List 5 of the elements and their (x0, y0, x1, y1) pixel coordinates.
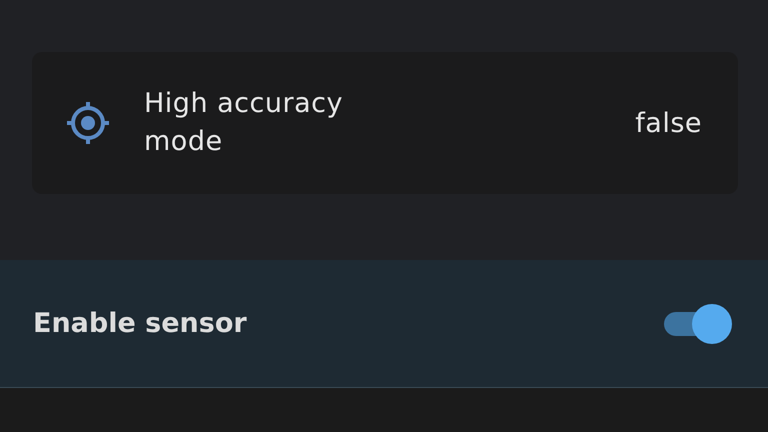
setting-label: High accuracy mode (144, 87, 344, 159)
setting-value: false (635, 108, 702, 138)
toggle-label: Enable sensor (33, 308, 247, 339)
crosshair-icon (64, 99, 112, 147)
toggle-switch[interactable] (662, 302, 732, 344)
